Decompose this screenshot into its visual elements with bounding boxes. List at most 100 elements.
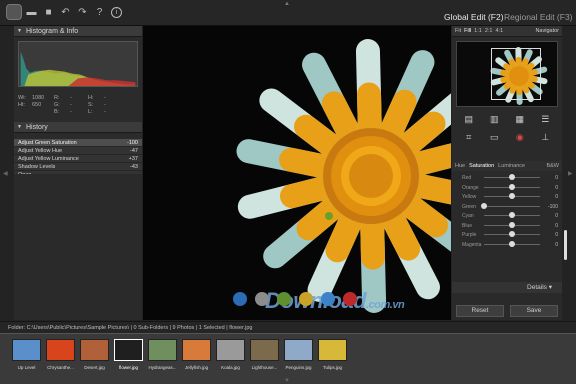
filmstrip-thumbnail[interactable]: Lighthouse... (248, 338, 281, 378)
hsl-tabs: Hue Saturation Luminance B&W (452, 161, 562, 171)
up-level-button[interactable]: Up Level (10, 338, 43, 378)
filmstrip-thumbnail[interactable]: Penguins.jpg (282, 338, 315, 378)
slider-knob[interactable] (509, 240, 515, 247)
regional-edit-tab[interactable]: Regional Edit (F3) (504, 12, 573, 22)
folder-icon[interactable]: ▬ (26, 7, 37, 18)
bw-toggle[interactable]: B&W (546, 161, 559, 171)
navigator-title[interactable]: Navigator (535, 26, 559, 36)
slider-magenta[interactable]: Magenta 0 (452, 240, 562, 250)
tab-luminance[interactable]: Luminance (498, 161, 525, 171)
histogram-header[interactable]: ▼ Histogram & Info (14, 26, 142, 37)
slider-label: Orange (462, 184, 479, 191)
slider-yellow[interactable]: Yellow 0 (452, 192, 562, 202)
thumbnail-image (182, 339, 211, 361)
filmstrip-thumbnail[interactable]: Desert.jpg (78, 338, 111, 378)
slider-knob[interactable] (509, 183, 515, 190)
filmstrip-thumbnail[interactable]: Jellyfish.jpg (180, 338, 213, 378)
save-button[interactable]: Save (510, 305, 558, 317)
zoom-fit[interactable]: Fit (455, 26, 461, 36)
slider-purple[interactable]: Purple 0 (452, 230, 562, 240)
collapse-bottom-arrow-icon[interactable]: ▼ (284, 378, 290, 384)
slider-label: Magenta (462, 241, 482, 248)
red-eye-icon[interactable]: ◉ (507, 131, 533, 143)
thumbnail-image (148, 339, 177, 361)
info-icon[interactable]: i (111, 7, 122, 18)
color-balance-icon[interactable]: ▦ (507, 113, 533, 125)
global-edit-tab[interactable]: Global Edit (F2) (444, 12, 504, 22)
history-item[interactable]: Adjust Green Saturation -100 (14, 139, 142, 147)
filmstrip-thumbnail[interactable]: Koala.jpg (214, 338, 247, 378)
slider-knob[interactable] (481, 202, 487, 209)
tool-palette: ▤ ▥ ▦ ☰ ⌗ ▭ ◉ ⊥ (456, 113, 558, 143)
watermark-dot (321, 292, 335, 306)
collapse-triangle-icon: ▼ (17, 28, 22, 34)
watermark-dot (255, 292, 269, 306)
redo-icon[interactable]: ↷ (77, 7, 88, 18)
undo-icon[interactable]: ↶ (60, 7, 71, 18)
history-item-name: Adjust Green Saturation (18, 140, 77, 146)
reset-button[interactable]: Reset (456, 305, 504, 317)
thumbnail-caption: Up Level (17, 365, 36, 370)
collapse-right-arrow-icon[interactable]: ▶ (568, 170, 573, 177)
history-item[interactable]: Adjust Yellow Hue -47 (14, 147, 142, 155)
filmstrip-thumbnail[interactable]: Tulips.jpg (316, 338, 349, 378)
slider-knob[interactable] (509, 193, 515, 199)
collapse-triangle-icon: ▼ (17, 124, 22, 130)
right-panel: Fit Fill 1:1 2:1 4:1 Navigator ▤ ▥ ▦ ☰ ⌗… (452, 26, 562, 320)
slider-track[interactable] (484, 205, 540, 207)
slider-value: 0 (555, 184, 558, 191)
help-icon[interactable]: ? (94, 7, 105, 18)
filmstrip-thumbnail[interactable]: flower.jpg (112, 338, 145, 378)
stamp-icon[interactable]: ⊥ (533, 131, 559, 143)
slider-label: Yellow (462, 194, 477, 200)
slider-cyan[interactable]: Cyan 0 (452, 211, 562, 221)
thumbnail-image (284, 339, 313, 361)
slider-knob[interactable] (509, 221, 515, 228)
curves-icon[interactable]: ▥ (482, 113, 508, 125)
navigator-preview[interactable] (456, 41, 558, 107)
straighten-icon[interactable]: ▭ (482, 131, 508, 143)
toolbar: ▬ ■ ↶ ↷ ? i ▲ Global Edit (F2) Regional … (0, 0, 576, 26)
tab-hue[interactable]: Hue (455, 161, 465, 171)
panel-scrollbar-thumb[interactable] (564, 230, 567, 260)
app-logo[interactable] (6, 4, 22, 20)
levels-icon[interactable]: ▤ (456, 113, 482, 125)
history-item-name: Adjust Yellow Hue (18, 148, 63, 154)
tab-saturation[interactable]: Saturation (469, 161, 494, 171)
collapse-top-arrow-icon[interactable]: ▲ (284, 1, 290, 7)
watermark-dot (299, 292, 313, 306)
navigator-header: Fit Fill 1:1 2:1 4:1 Navigator (452, 26, 562, 37)
zoom-2-1[interactable]: 2:1 (485, 26, 493, 36)
zoom-fill[interactable]: Fill (464, 26, 471, 36)
history-title: History (26, 124, 48, 131)
slider-red[interactable]: Red 0 (452, 173, 562, 183)
history-item[interactable]: Adjust Yellow Luminance +37 (14, 155, 142, 163)
watermark-dots (233, 292, 357, 306)
history-header[interactable]: ▼ History (14, 122, 142, 133)
slider-label: Purple (462, 232, 477, 238)
filmstrip-thumbnail[interactable]: Hydrangeas... (146, 338, 179, 378)
collapse-left-arrow-icon[interactable]: ◀ (3, 170, 8, 177)
history-item-value: +37 (128, 156, 138, 162)
slider-green[interactable]: Green -100 (452, 202, 562, 212)
hsl-icon[interactable]: ☰ (533, 113, 559, 125)
slider-blue[interactable]: Blue 0 (452, 221, 562, 231)
history-item-name: Shadow Levels (18, 164, 56, 170)
history-item-value: -100 (126, 140, 138, 146)
thumbnail-caption: Hydrangeas... (148, 365, 177, 370)
details-expander[interactable]: Details ▾ (452, 282, 562, 293)
slider-knob[interactable] (509, 212, 515, 218)
slider-knob[interactable] (509, 231, 515, 237)
thumbnail-caption: Koala.jpg (221, 365, 240, 370)
history-item[interactable]: Shadow Levels -43 (14, 163, 142, 171)
filmstrip: Up Level Chrysanthe... Desert.jpg flower.jp… (0, 333, 576, 384)
slider-knob[interactable] (509, 174, 515, 180)
zoom-4-1[interactable]: 4:1 (495, 26, 503, 36)
zoom-1-1[interactable]: 1:1 (474, 26, 482, 36)
save-icon[interactable]: ■ (43, 7, 54, 18)
photo-canvas[interactable]: Download.com.vn (143, 26, 451, 320)
slider-orange[interactable]: Orange 0 (452, 183, 562, 193)
crop-icon[interactable]: ⌗ (456, 131, 482, 143)
filmstrip-thumbnail[interactable]: Chrysanthe... (44, 338, 77, 378)
navigator-viewport-frame[interactable] (491, 48, 541, 100)
